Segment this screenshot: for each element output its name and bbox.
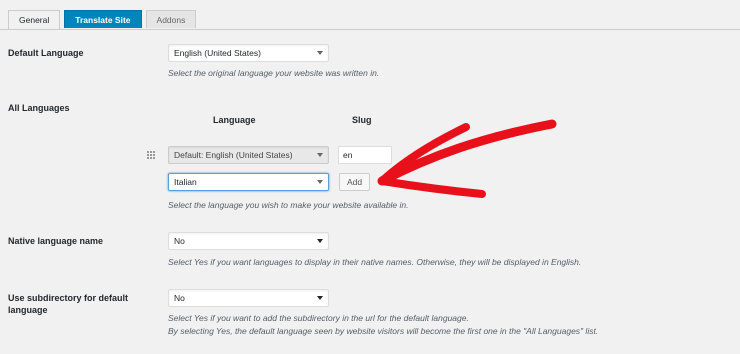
red-arrow-annotation <box>377 119 557 198</box>
